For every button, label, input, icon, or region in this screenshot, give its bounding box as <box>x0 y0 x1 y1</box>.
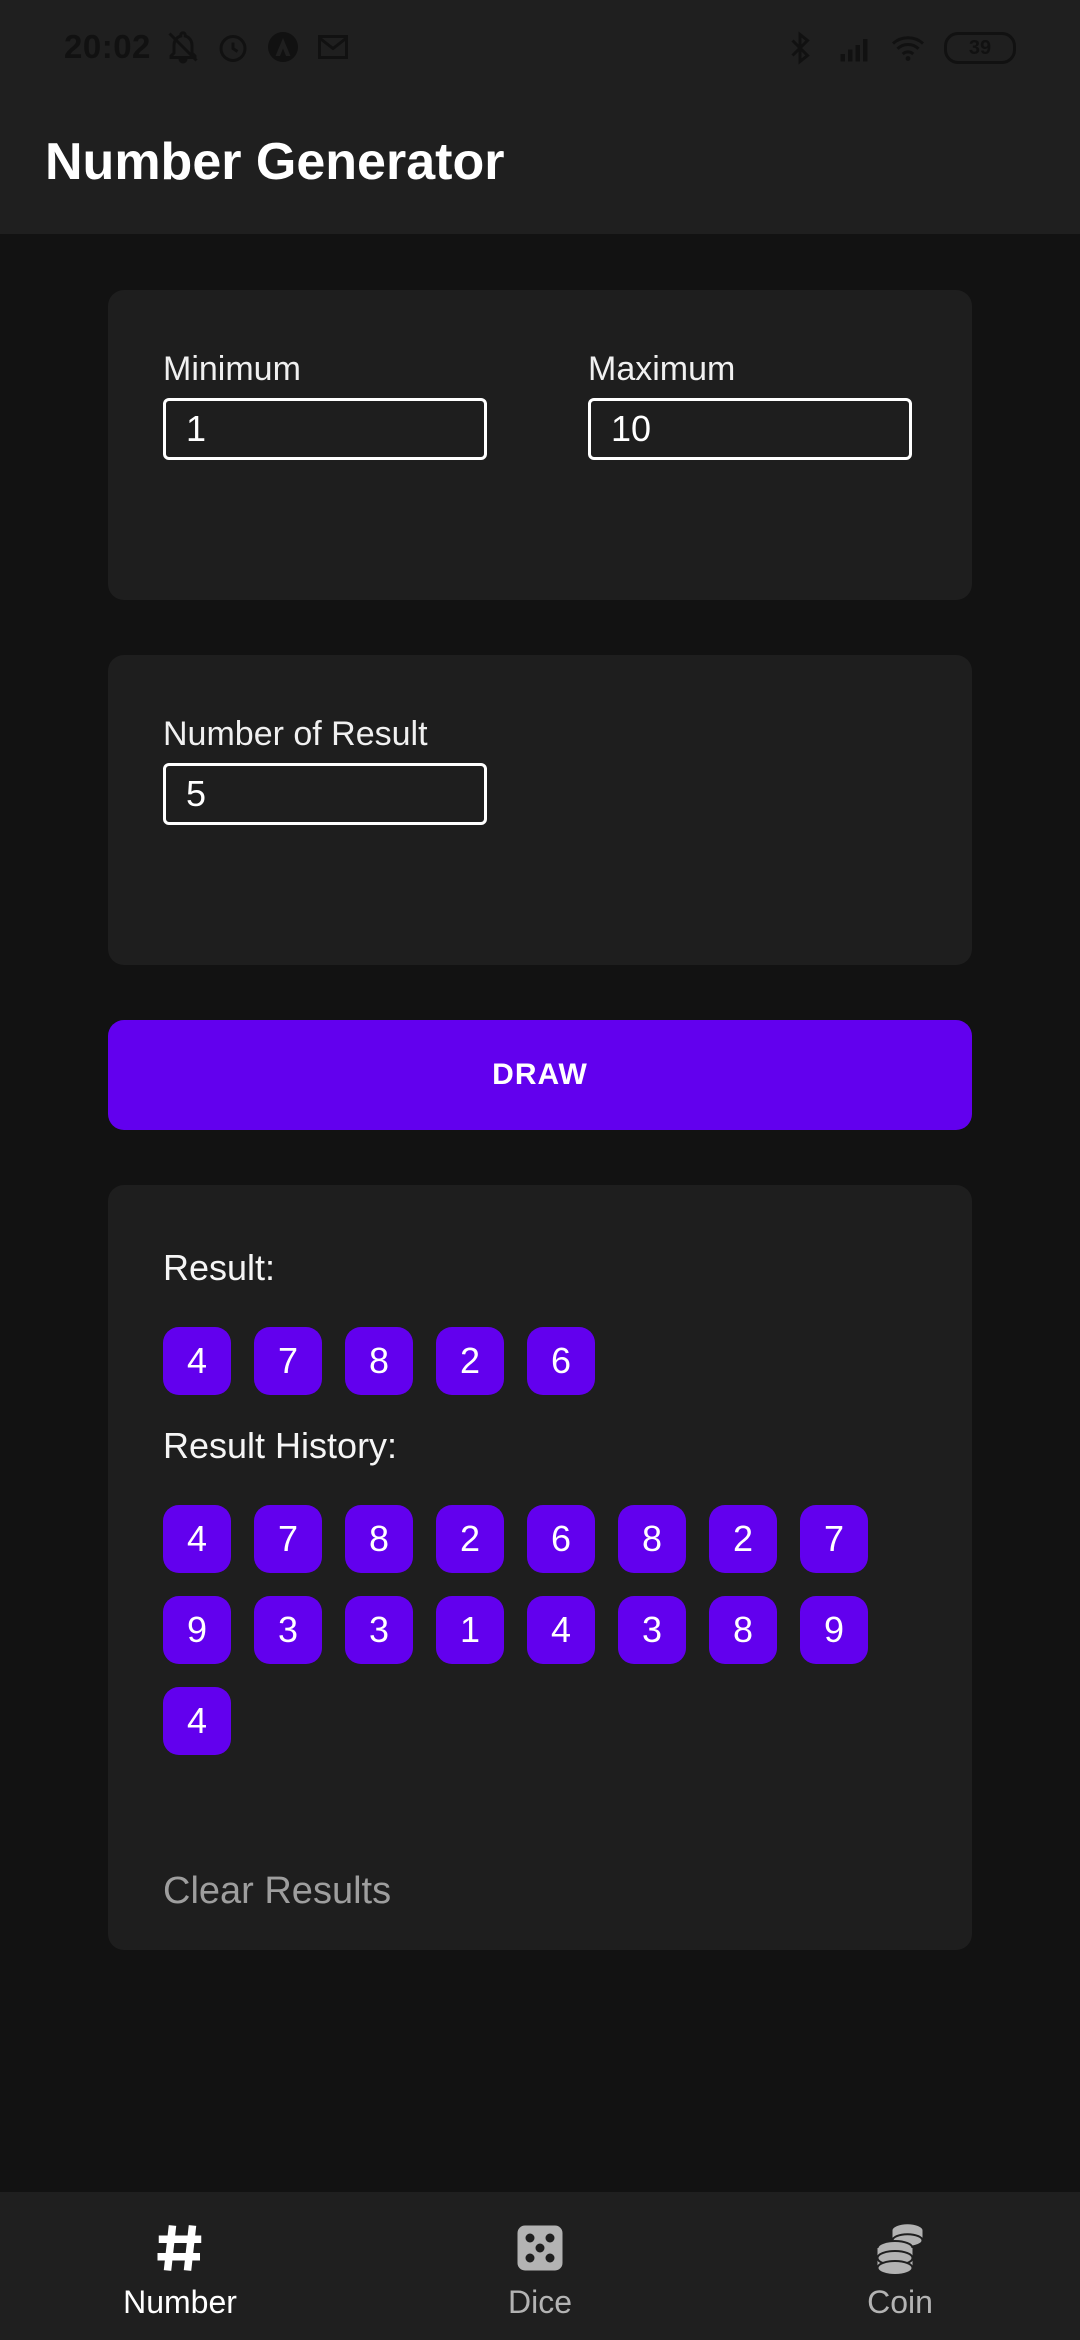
number-of-result-input[interactable] <box>163 763 487 825</box>
result-label: Result: <box>163 1247 276 1288</box>
draw-button[interactable]: DRAW <box>108 1020 972 1130</box>
number-chip: 9 <box>163 1596 231 1664</box>
nav-label-dice: Dice <box>507 2284 572 2320</box>
number-chip: 8 <box>345 1327 413 1395</box>
minimum-label: Minimum <box>163 350 301 388</box>
battery-indicator: 39 <box>944 32 1016 64</box>
nav-item-number[interactable]: Number <box>0 2192 360 2340</box>
nav-label-number: Number <box>123 2284 237 2320</box>
number-chip: 4 <box>163 1687 231 1755</box>
hash-icon <box>157 2225 202 2271</box>
number-chip: 1 <box>436 1596 504 1664</box>
number-chip: 3 <box>254 1596 322 1664</box>
number-chip: 4 <box>163 1327 231 1395</box>
clear-results-button[interactable]: Clear Results <box>163 1870 391 1913</box>
number-chip: 7 <box>254 1505 322 1573</box>
number-chip: 8 <box>345 1505 413 1573</box>
mail-icon <box>317 35 348 59</box>
notifications-off-icon <box>168 31 198 64</box>
status-bar: 20:02 39 <box>0 0 1080 100</box>
alarm-icon <box>219 35 247 62</box>
status-right: 39 <box>782 30 1016 66</box>
number-chip: 3 <box>345 1596 413 1664</box>
number-chip: 6 <box>527 1327 595 1395</box>
dice-icon <box>517 2225 563 2271</box>
maximum-label: Maximum <box>588 350 736 388</box>
status-left: 20:02 <box>64 28 351 66</box>
number-chip: 7 <box>254 1327 322 1395</box>
range-card: Minimum Maximum <box>108 290 972 600</box>
number-chip: 9 <box>800 1596 868 1664</box>
number-chip: 8 <box>618 1505 686 1573</box>
nav-item-dice[interactable]: Dice <box>360 2192 720 2340</box>
app-notification-icon <box>267 32 298 62</box>
number-chip: 2 <box>436 1505 504 1573</box>
coins-icon <box>876 2224 924 2277</box>
bottom-navigation: Number Dice Coin <box>0 2192 1080 2340</box>
number-chip: 4 <box>163 1505 231 1573</box>
number-chip: 2 <box>709 1505 777 1573</box>
number-chip: 6 <box>527 1505 595 1573</box>
number-chip: 4 <box>527 1596 595 1664</box>
page-title: Number Generator <box>45 133 505 191</box>
wifi-icon <box>892 36 924 61</box>
maximum-input[interactable] <box>588 398 912 460</box>
number-chip: 8 <box>709 1596 777 1664</box>
result-history-label: Result History: <box>163 1425 398 1466</box>
result-chips: 47826 <box>163 1327 903 1418</box>
signal-icon <box>840 39 868 62</box>
nav-item-coin[interactable]: Coin <box>720 2192 1080 2340</box>
count-card: Number of Result <box>108 655 972 965</box>
result-history-chips: 47826827933143894 <box>163 1505 903 1778</box>
number-chip: 2 <box>436 1327 504 1395</box>
number-chip: 3 <box>618 1596 686 1664</box>
nav-label-coin: Coin <box>867 2284 933 2320</box>
results-card: Result: 47826 Result History: 4782682793… <box>108 1185 972 1950</box>
app-bar: Number Generator <box>0 100 1080 234</box>
number-chip: 7 <box>800 1505 868 1573</box>
number-of-result-label: Number of Result <box>163 715 428 753</box>
minimum-input[interactable] <box>163 398 487 460</box>
status-time: 20:02 <box>64 28 151 65</box>
bluetooth-icon <box>791 31 810 65</box>
